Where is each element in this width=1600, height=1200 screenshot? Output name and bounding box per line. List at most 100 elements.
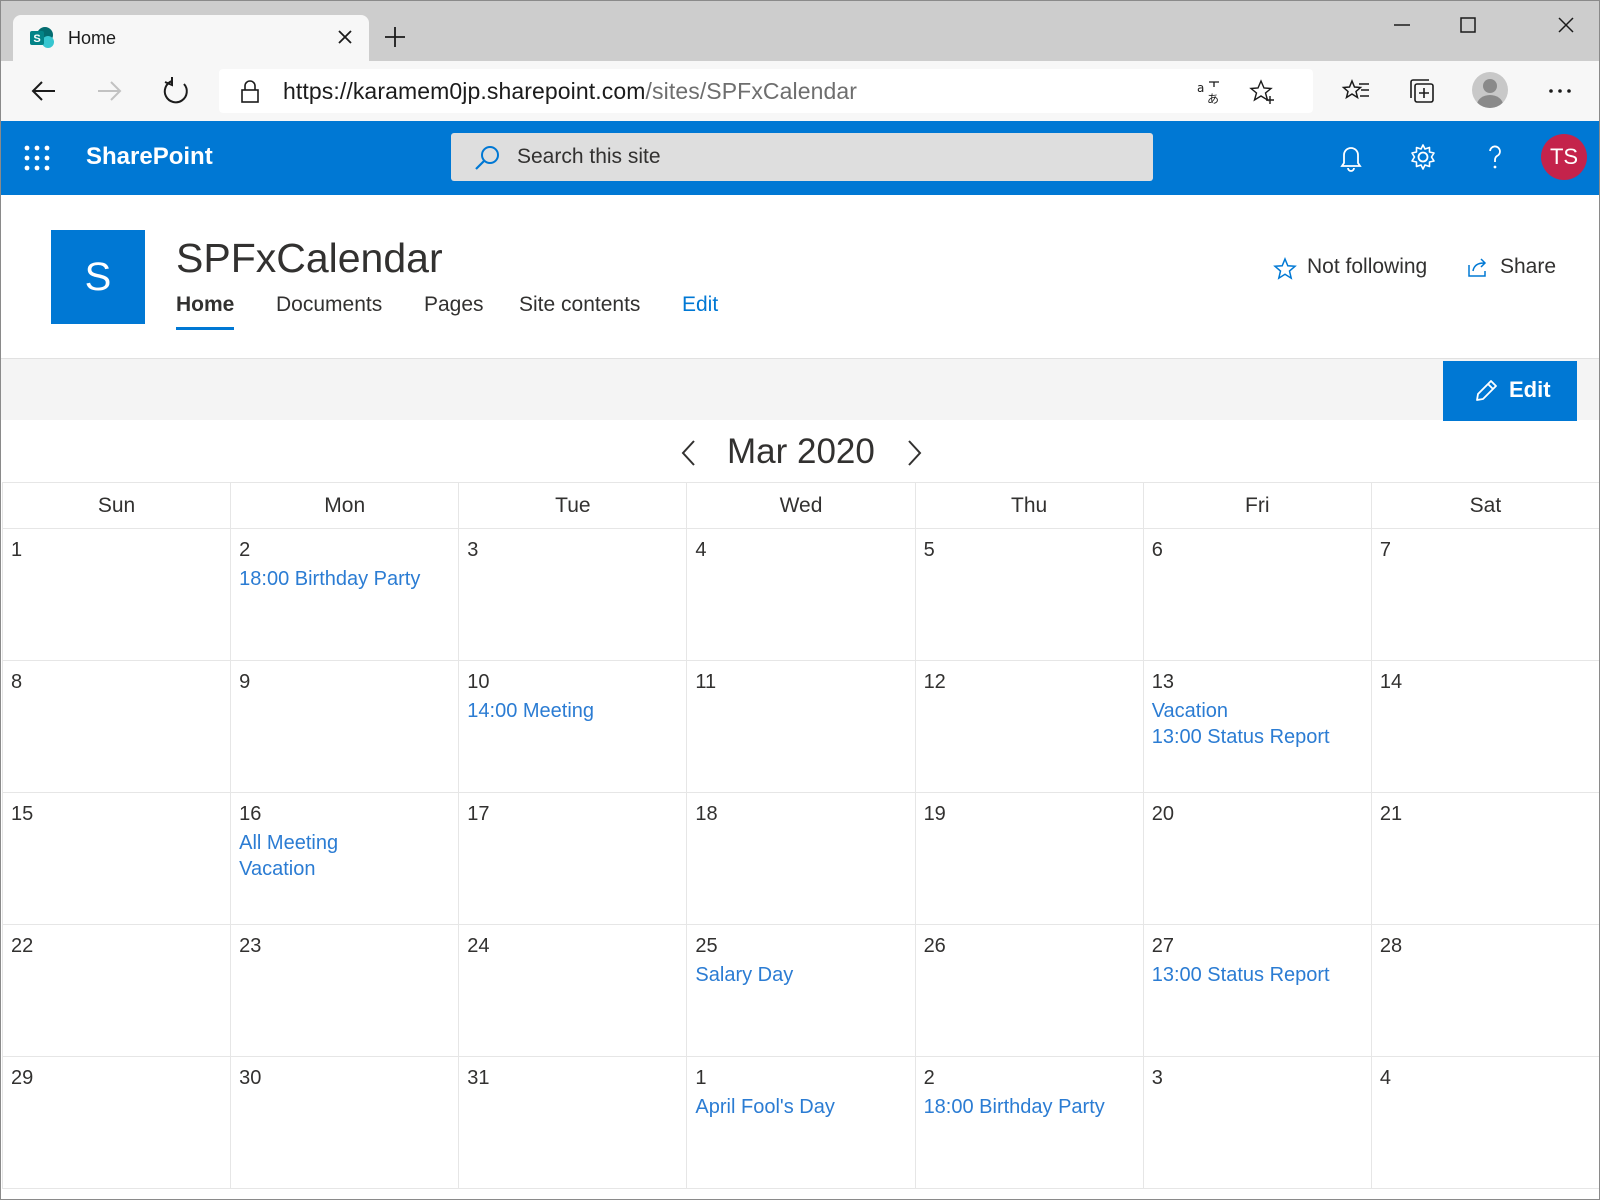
calendar-week-row: 22 23 24 25 Salary Day 26 27 13:00 Status Repor…	[1, 924, 1599, 1057]
more-options-icon[interactable]	[1545, 76, 1575, 106]
calendar-day-cell[interactable]: 2 18:00 Birthday Party	[914, 1056, 1144, 1189]
calendar-day-cell[interactable]: 19	[914, 792, 1144, 925]
calendar-event-link[interactable]: April Fool's Day	[695, 1094, 906, 1120]
calendar-day-cell[interactable]: 5	[914, 528, 1144, 661]
day-number: 10	[467, 671, 490, 693]
day-number: 7	[1379, 539, 1391, 561]
day-number: 1	[695, 1067, 707, 1089]
calendar-day-cell[interactable]: 30	[230, 1056, 460, 1189]
calendar-day-cell[interactable]: 10 14:00 Meeting	[458, 660, 688, 793]
edit-page-button[interactable]: Edit	[1443, 361, 1577, 421]
calendar-day-cell[interactable]: 18	[686, 792, 916, 925]
calendar-day-cell[interactable]: 25 Salary Day	[686, 924, 916, 1057]
settings-gear-icon[interactable]	[1407, 141, 1439, 173]
day-number: 17	[467, 803, 490, 825]
calendar-day-cell[interactable]: 8	[1, 660, 232, 793]
calendar-day-cell[interactable]: 4	[1370, 1056, 1599, 1189]
calendar-day-cell[interactable]: 7	[1370, 528, 1599, 661]
calendar-event-link[interactable]: 13:00 Status Report	[1152, 962, 1363, 988]
nav-documents[interactable]: Documents	[276, 293, 382, 317]
calendar-day-cell[interactable]: 9	[230, 660, 460, 793]
share-label: Share	[1500, 255, 1557, 278]
sharepoint-brand-link[interactable]: SharePoint	[86, 143, 213, 171]
calendar-event-link[interactable]: Salary Day	[695, 962, 906, 988]
user-avatar[interactable]: TS	[1541, 134, 1587, 180]
nav-home[interactable]: Home	[176, 293, 235, 330]
collections-icon[interactable]	[1407, 76, 1437, 106]
nav-site-contents[interactable]: Site contents	[519, 293, 640, 317]
translate-icon[interactable]: a あ	[1195, 79, 1221, 105]
calendar-day-cell[interactable]: 12	[914, 660, 1144, 793]
calendar-week-row: 1 2 18:00 Birthday Party 3 4 5 6 7	[1, 528, 1599, 661]
favorites-icon[interactable]	[1341, 76, 1371, 106]
minimize-icon[interactable]	[1379, 11, 1425, 39]
calendar-day-cell[interactable]: 15	[1, 792, 232, 925]
day-number: 1	[11, 539, 23, 561]
share-icon	[1468, 258, 1487, 277]
calendar-day-cell[interactable]: 13 Vacation 13:00 Status Report	[1142, 660, 1372, 793]
browser-window: S Home https://karamem0jp.sharepoint.com…	[0, 0, 1600, 1200]
calendar-day-cell[interactable]: 28	[1370, 924, 1599, 1057]
back-arrow-icon[interactable]	[29, 76, 59, 106]
app-launcher-waffle-icon[interactable]	[23, 144, 51, 172]
url-path: /sites/SPFxCalendar	[645, 78, 858, 104]
calendar-day-cell[interactable]: 20	[1142, 792, 1372, 925]
calendar-day-cell[interactable]: 6	[1142, 528, 1372, 661]
calendar-day-cell[interactable]: 31	[458, 1056, 688, 1189]
search-placeholder: Search this site	[517, 145, 661, 168]
lock-icon	[241, 80, 259, 103]
day-number: 13	[1151, 671, 1174, 693]
calendar-event-link[interactable]: 13:00 Status Report	[1152, 724, 1363, 750]
new-tab-icon[interactable]	[383, 25, 407, 49]
calendar-day-cell[interactable]: 1	[1, 528, 232, 661]
previous-month-chevron-icon[interactable]	[674, 435, 704, 471]
calendar-day-cell[interactable]: 23	[230, 924, 460, 1057]
site-logo[interactable]: S	[51, 230, 145, 324]
day-number: 29	[11, 1067, 34, 1089]
close-window-icon[interactable]	[1543, 11, 1589, 39]
calendar-event-link[interactable]: 14:00 Meeting	[467, 698, 678, 724]
day-number: 6	[1151, 539, 1163, 561]
calendar-event-link[interactable]: Vacation	[239, 856, 450, 882]
day-number: 20	[1151, 803, 1174, 825]
calendar-day-cell[interactable]: 14	[1370, 660, 1599, 793]
site-title[interactable]: SPFxCalendar	[176, 235, 443, 282]
refresh-icon[interactable]	[161, 76, 191, 106]
calendar-day-cell[interactable]: 17	[458, 792, 688, 925]
calendar-day-cell[interactable]: 26	[914, 924, 1144, 1057]
calendar-body: 1 2 18:00 Birthday Party 3 4 5 6 7 8 9 10 14:00 Mee…	[1, 528, 1599, 1189]
calendar-day-cell[interactable]: 29	[1, 1056, 232, 1189]
browser-tab[interactable]: S Home	[13, 15, 369, 61]
address-bar[interactable]: https://karamem0jp.sharepoint.com/sites/…	[219, 69, 1313, 113]
calendar-day-cell[interactable]: 24	[458, 924, 688, 1057]
calendar-event-link[interactable]: Vacation	[1152, 698, 1363, 724]
day-number: 3	[1151, 1067, 1163, 1089]
command-bar: Edit	[1, 358, 1599, 421]
site-search-box[interactable]: Search this site	[451, 133, 1153, 181]
calendar-week-row: 29 30 31 1 April Fool's Day 2 18:00 Birthday P…	[1, 1056, 1599, 1189]
calendar-event-link[interactable]: 18:00 Birthday Party	[239, 566, 450, 592]
calendar-day-cell[interactable]: 27 13:00 Status Report	[1142, 924, 1372, 1057]
forward-arrow-icon[interactable]	[94, 76, 124, 106]
calendar-day-cell[interactable]: 22	[1, 924, 232, 1057]
nav-edit-link[interactable]: Edit	[682, 293, 718, 317]
notifications-bell-icon[interactable]	[1335, 141, 1367, 173]
nav-pages[interactable]: Pages	[424, 293, 484, 317]
calendar-day-cell[interactable]: 3	[1142, 1056, 1372, 1189]
calendar-day-cell[interactable]: 4	[686, 528, 916, 661]
calendar-day-cell[interactable]: 2 18:00 Birthday Party	[230, 528, 460, 661]
profile-avatar[interactable]	[1472, 72, 1508, 108]
add-favorite-star-icon[interactable]	[1249, 79, 1275, 105]
help-question-icon[interactable]	[1479, 141, 1511, 173]
close-tab-icon[interactable]	[335, 27, 355, 47]
maximize-icon[interactable]	[1445, 11, 1491, 39]
calendar-event-link[interactable]: All Meeting	[239, 830, 450, 856]
calendar-day-cell[interactable]: 11	[686, 660, 916, 793]
calendar-day-cell[interactable]: 16 All Meeting Vacation	[230, 792, 460, 925]
calendar-event-link[interactable]: 18:00 Birthday Party	[924, 1094, 1135, 1120]
calendar-day-cell[interactable]: 21	[1370, 792, 1599, 925]
calendar-day-cell[interactable]: 1 April Fool's Day	[686, 1056, 916, 1189]
next-month-chevron-icon[interactable]	[899, 435, 929, 471]
pencil-icon	[1476, 380, 1497, 401]
calendar-day-cell[interactable]: 3	[458, 528, 688, 661]
